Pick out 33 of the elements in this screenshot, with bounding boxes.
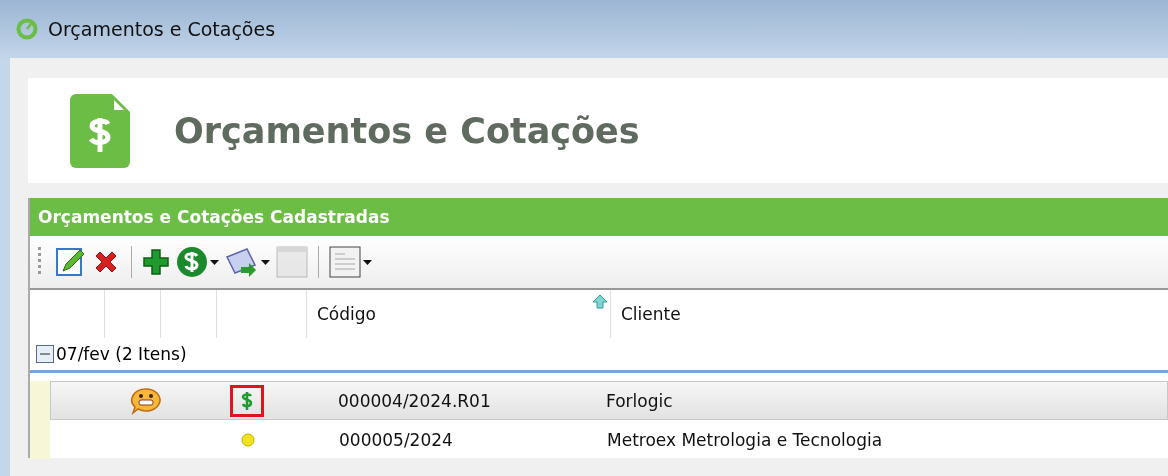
toolbar-button[interactable] xyxy=(55,247,85,277)
toolbar-button[interactable] xyxy=(329,246,372,278)
table-row[interactable]: 000005/2024 Metroex Metrologia e Tecnologia xyxy=(51,420,1168,459)
money-icon xyxy=(176,246,208,278)
blank-window-icon xyxy=(276,246,308,278)
emoticon-icon xyxy=(130,386,162,415)
table-cell: 000004/2024.R01 xyxy=(338,390,491,411)
dollar-icon xyxy=(241,390,253,411)
table-row[interactable]: 000004/2024.R01 Forlogic xyxy=(50,381,1168,420)
column-header[interactable]: Cliente xyxy=(611,290,1111,338)
table-cell: Metroex Metrologia e Tecnologia xyxy=(607,429,883,450)
table-cell: 000005/2024 xyxy=(339,429,453,450)
panel-header: Orçamentos e Cotações Cadastradas xyxy=(30,198,1168,236)
toolbar-button[interactable] xyxy=(142,248,170,276)
edit-icon xyxy=(55,247,85,277)
sort-arrow-icon xyxy=(592,294,608,310)
toolbar-button[interactable] xyxy=(225,247,270,277)
page-title: Orçamentos e Cotações xyxy=(174,110,640,151)
status-dot xyxy=(241,432,255,447)
window-title: Orçamentos e Cotações xyxy=(48,18,276,40)
document-icon xyxy=(329,246,361,278)
invoice-icon xyxy=(70,93,130,168)
collapse-icon[interactable] xyxy=(36,345,54,363)
table-cell: Forlogic xyxy=(606,390,673,411)
add-icon xyxy=(142,248,170,276)
caret-icon xyxy=(363,259,372,265)
toolbar-button[interactable] xyxy=(176,246,219,278)
group-label: 07/fev (2 Itens) xyxy=(56,344,187,364)
envelope-icon xyxy=(225,247,259,277)
column-header[interactable]: Código xyxy=(307,290,611,338)
caret-icon xyxy=(261,259,270,265)
caret-icon xyxy=(210,259,219,265)
app-logo-icon xyxy=(16,18,38,40)
